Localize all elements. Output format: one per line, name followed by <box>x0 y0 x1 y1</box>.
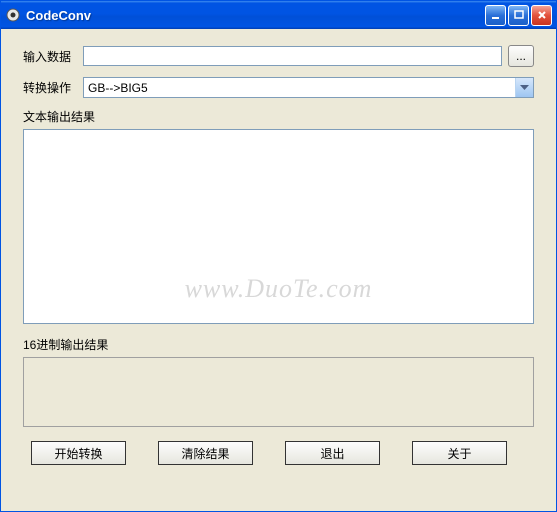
maximize-button[interactable] <box>508 5 529 26</box>
input-label: 输入数据 <box>23 48 83 65</box>
hex-output-field[interactable] <box>23 357 534 427</box>
client-area: 输入数据 ... 转换操作 文本输出结果 16进制输出结果 开始转换 清除结果 … <box>1 29 556 511</box>
convert-combo-wrap <box>83 77 534 98</box>
minimize-button[interactable] <box>485 5 506 26</box>
close-button[interactable] <box>531 5 552 26</box>
convert-label: 转换操作 <box>23 79 83 96</box>
text-output-field[interactable] <box>23 129 534 324</box>
browse-button[interactable]: ... <box>508 45 534 67</box>
input-row: 输入数据 ... <box>23 45 534 67</box>
input-data-field[interactable] <box>83 46 502 66</box>
window-title: CodeConv <box>26 8 485 23</box>
button-row: 开始转换 清除结果 退出 关于 <box>23 441 534 465</box>
hex-output-label: 16进制输出结果 <box>23 336 534 353</box>
about-button[interactable]: 关于 <box>412 441 507 465</box>
titlebar: CodeConv <box>1 1 556 29</box>
app-icon <box>5 7 21 23</box>
text-output-label: 文本输出结果 <box>23 108 534 125</box>
browse-label: ... <box>516 49 526 63</box>
start-convert-button[interactable]: 开始转换 <box>31 441 126 465</box>
window-controls <box>485 5 552 26</box>
convert-combo[interactable] <box>83 77 534 98</box>
exit-button[interactable]: 退出 <box>285 441 380 465</box>
app-window: CodeConv 输入数据 ... 转换操作 <box>0 0 557 512</box>
clear-result-button[interactable]: 清除结果 <box>158 441 253 465</box>
convert-row: 转换操作 <box>23 77 534 98</box>
